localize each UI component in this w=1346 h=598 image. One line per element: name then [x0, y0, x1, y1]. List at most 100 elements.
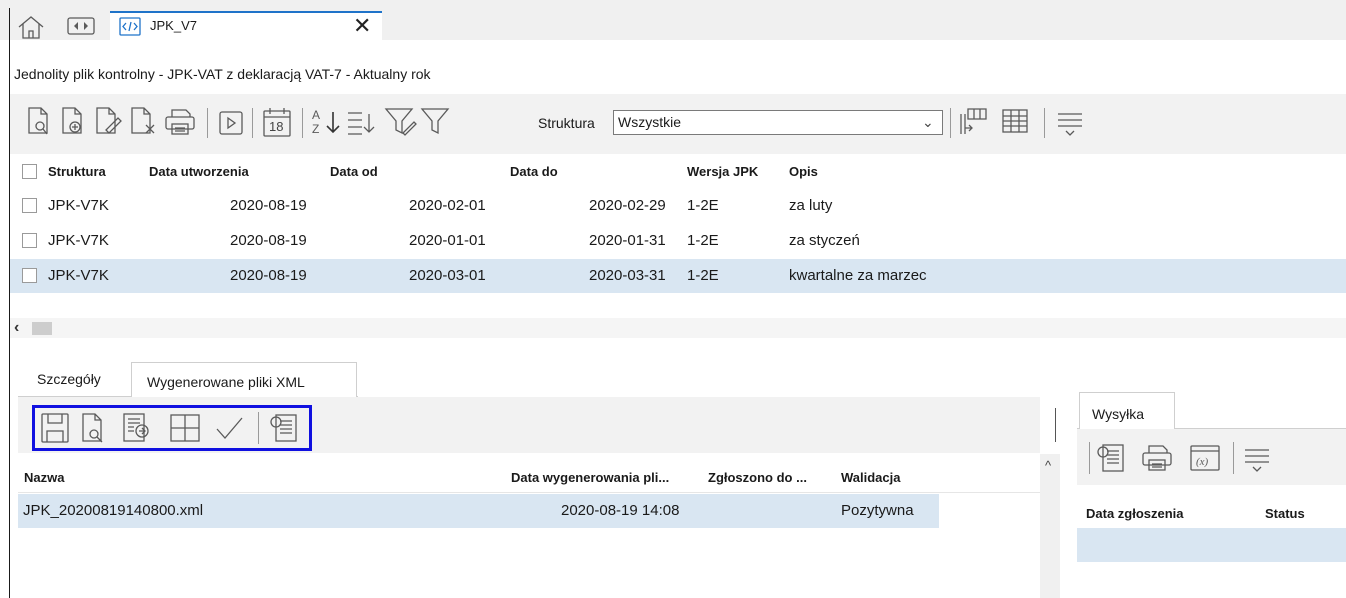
tab-jpk-v7[interactable]: JPK_V7 ✕	[110, 11, 382, 41]
table-row-selected[interactable]	[1077, 528, 1346, 562]
more-options-button[interactable]	[1056, 110, 1086, 136]
svg-text:Z: Z	[312, 122, 319, 136]
cell-wersja: 1-2E	[687, 197, 719, 214]
column-header-opis[interactable]: Opis	[789, 164, 818, 179]
tab-wygenerowane-pliki-xml[interactable]: Wygenerowane pliki XML	[131, 362, 357, 398]
play-icon	[219, 111, 243, 135]
row-checkbox[interactable]	[22, 268, 37, 283]
cell-opis: kwartalne za marzec	[789, 267, 927, 284]
calendar-day: 18	[269, 119, 284, 134]
table-row[interactable]: JPK-V7K 2020-08-19 2020-01-01 2020-01-31…	[10, 224, 1346, 258]
column-header-wersja[interactable]: Wersja JPK	[687, 164, 758, 179]
cell-data-od: 2020-03-01	[409, 267, 486, 284]
column-header-data-od[interactable]: Data od	[330, 164, 378, 179]
column-header-data-utworzenia[interactable]: Data utworzenia	[149, 164, 249, 179]
validate-xml-button[interactable]	[214, 414, 246, 442]
scrollbar-thumb[interactable]	[32, 322, 52, 335]
right-panel: Wysyłka (x) Data zgłoszenia Status	[1069, 390, 1346, 598]
cell-data-od: 2020-01-01	[409, 232, 486, 249]
column-header-data-do[interactable]: Data do	[510, 164, 558, 179]
sort-list-icon	[348, 112, 375, 135]
panel-splitter[interactable]	[1055, 408, 1056, 442]
tab-switcher-icon	[67, 17, 95, 35]
save-icon	[41, 413, 69, 443]
add-button[interactable]	[60, 106, 86, 136]
chevron-down-icon: ⌄	[922, 114, 934, 130]
vertical-scrollbar[interactable]: ^	[1040, 454, 1060, 598]
column-header-data-wygenerowania[interactable]: Data wygenerowania pli...	[511, 470, 669, 485]
preview-button[interactable]	[26, 106, 52, 136]
filter-button[interactable]	[420, 106, 452, 138]
grid-icon	[1002, 109, 1028, 133]
print-button[interactable]	[164, 108, 196, 136]
structure-select[interactable]: Wszystkie ⌄	[613, 110, 943, 135]
document-add-icon	[62, 107, 82, 134]
column-header-struktura[interactable]: Struktura	[48, 164, 106, 179]
cell-struktura: JPK-V7K	[48, 267, 109, 284]
table-row-selected[interactable]: JPK_20200819140800.xml 2020-08-19 14:08 …	[18, 494, 939, 528]
svg-text:A: A	[312, 108, 320, 122]
columns-button[interactable]	[958, 106, 988, 138]
cell-data-utworzenia: 2020-08-19	[230, 232, 307, 249]
document-send-icon	[1097, 444, 1124, 472]
horizontal-scrollbar[interactable]: ‹	[10, 318, 1346, 338]
save-xml-button[interactable]	[40, 412, 70, 444]
send-document-button[interactable]	[1095, 442, 1127, 474]
row-checkbox[interactable]	[22, 198, 37, 213]
home-button[interactable]	[16, 14, 46, 40]
delete-button[interactable]	[129, 106, 157, 136]
sort-button[interactable]: A Z	[310, 106, 344, 138]
structure-label: Struktura	[538, 115, 595, 131]
document-export-icon	[123, 413, 149, 442]
filter-edit-button[interactable]	[384, 106, 418, 138]
grid-button[interactable]	[1001, 108, 1031, 136]
cell-data-do: 2020-01-31	[589, 232, 666, 249]
cell-data-do: 2020-02-29	[589, 197, 666, 214]
column-header-data-zgloszenia[interactable]: Data zgłoszenia	[1086, 506, 1184, 521]
more-options-button[interactable]	[1243, 446, 1273, 472]
cell-nazwa: JPK_20200819140800.xml	[23, 502, 204, 519]
toolbar-separator	[1233, 442, 1234, 474]
document-preview-icon	[28, 107, 48, 135]
document-send-icon	[270, 414, 297, 442]
document-edit-icon	[96, 107, 122, 134]
structure-select-value: Wszystkie	[618, 114, 681, 130]
page-title: Jednolity plik kontrolny - JPK-VAT z dek…	[14, 66, 431, 82]
tab-szczegoly[interactable]: Szczegóły	[27, 361, 127, 393]
column-header-nazwa[interactable]: Nazwa	[24, 470, 64, 485]
document-delete-icon	[131, 107, 155, 134]
sort-az-icon: A Z	[312, 108, 340, 136]
table-row[interactable]: JPK-V7K 2020-08-19 2020-02-01 2020-02-29…	[10, 188, 1346, 222]
table-icon	[170, 414, 200, 442]
row-checkbox[interactable]	[22, 233, 37, 248]
table-row-selected[interactable]: JPK-V7K 2020-08-19 2020-03-01 2020-03-31…	[10, 259, 1346, 293]
tab-szczegoly-label: Szczegóły	[37, 371, 101, 387]
select-all-checkbox[interactable]	[22, 164, 37, 179]
tab-wysylka[interactable]: Wysyłka	[1079, 392, 1175, 430]
column-header-walidacja[interactable]: Walidacja	[841, 470, 900, 485]
print-button[interactable]	[1141, 444, 1173, 472]
home-icon	[18, 16, 44, 39]
export-xml-button[interactable]	[122, 412, 152, 444]
cell-struktura: JPK-V7K	[48, 197, 109, 214]
document-preview-icon	[82, 413, 103, 443]
column-header-zgloszono[interactable]: Zgłoszono do ...	[708, 470, 807, 485]
scroll-up-arrow-icon[interactable]: ^	[1045, 458, 1051, 473]
run-button[interactable]	[218, 110, 244, 136]
preview-xml-button[interactable]	[80, 412, 108, 444]
table-xml-button[interactable]	[169, 413, 201, 443]
sort-list-button[interactable]	[346, 108, 376, 136]
tab-switcher-button[interactable]	[66, 16, 100, 36]
print-icon	[1142, 445, 1172, 471]
variables-button[interactable]: (x)	[1189, 444, 1223, 472]
print-icon	[165, 109, 195, 135]
scroll-left-arrow-icon[interactable]: ‹	[14, 319, 19, 337]
close-tab-icon[interactable]: ✕	[353, 13, 371, 39]
edit-button[interactable]	[94, 106, 122, 136]
cell-wersja: 1-2E	[687, 267, 719, 284]
calendar-button[interactable]: 18	[262, 106, 292, 138]
cell-data-utworzenia: 2020-08-19	[230, 197, 307, 214]
send-xml-button[interactable]	[268, 412, 300, 444]
column-header-status[interactable]: Status	[1265, 506, 1305, 521]
tab-xml-label: Wygenerowane pliki XML	[147, 374, 305, 390]
